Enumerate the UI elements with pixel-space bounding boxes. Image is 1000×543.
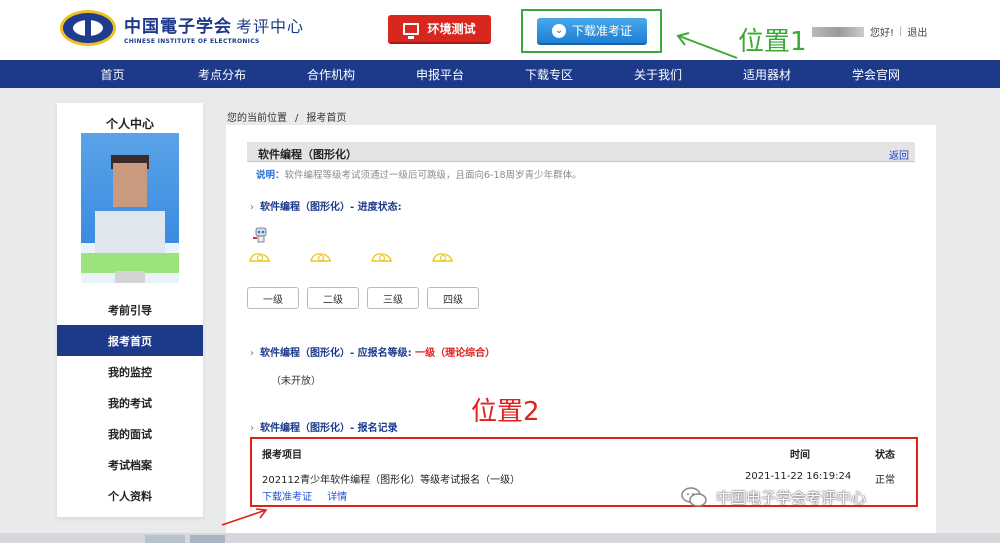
apply-level-value: 一级（理论综合） (415, 348, 496, 359)
greeting-text: 您好! (870, 28, 895, 39)
record-time: 2021-11-22 16:19:24 (745, 471, 852, 482)
nav-item-official-site[interactable]: 学会官网 (841, 60, 911, 88)
nav-item-exam-sites[interactable]: 考点分布 (187, 60, 257, 88)
sidebar-title: 个人中心 (105, 117, 154, 131)
breadcrumb-label: 您的当前位置 (227, 113, 287, 124)
user-area: 您好! | 退出 (812, 24, 927, 39)
level-3-button[interactable]: 三级 (367, 287, 419, 309)
nav-item-apply-platform[interactable]: 申报平台 (405, 60, 475, 88)
annotation-box-position-1: ⌄ 下载准考证 (521, 9, 662, 53)
record-links: 下载准考证 详情 (262, 488, 359, 503)
level-buttons: 一级 二级 三级 四级 (247, 287, 487, 309)
logo-subtitle: CHINESE INSTITUTE OF ELECTRONICS (124, 37, 260, 45)
logo-emblem-icon (60, 10, 116, 46)
sidebar: 个人中心 考前引导 报考首页 我的监控 我的考试 我的面试 考试档案 个人资料 (57, 103, 203, 517)
nav-item-equipment[interactable]: 适用器材 (732, 60, 802, 88)
header-project: 报考项目 (262, 450, 302, 461)
watermark-text: 中国电子学会考评中心 (716, 488, 867, 507)
nav-items: 首页 考点分布 合作机构 申报平台 下载专区 关于我们 适用器材 学会官网 (0, 60, 1000, 88)
watermark: 中国电子学会考评中心 (680, 486, 866, 508)
annotation-arrow-1 (676, 32, 738, 59)
annotation-arrow-2 (221, 508, 268, 526)
level-4-button[interactable]: 四级 (427, 287, 479, 309)
logo[interactable]: 中国電子学会 考评中心 CHINESE INSTITUTE OF ELECTRON… (60, 10, 304, 46)
wechat-icon (681, 487, 707, 507)
download-ticket-label: 下载准考证 (571, 24, 632, 38)
annotation-position-2: 位置2 (471, 397, 540, 427)
record-section-heading: › 软件编程（图形化）- 报名记录 (250, 423, 398, 434)
logout-link[interactable]: 退出 (907, 24, 927, 39)
snail-icon (310, 253, 331, 262)
nav-item-partners[interactable]: 合作机构 (296, 60, 366, 88)
apply-level-heading: › 软件编程（图形化）- 应报名等级: 一级（理论综合） (250, 348, 496, 359)
nav-item-home[interactable]: 首页 (85, 60, 140, 88)
section-title-bar: 软件编程（图形化） 返回 (247, 142, 915, 162)
not-open-text: （未开放） (271, 376, 321, 387)
sidebar-item-my-exams[interactable]: 我的考试 (57, 387, 203, 418)
download-ticket-button[interactable]: ⌄ 下载准考证 (537, 18, 647, 45)
header: 中国電子学会 考评中心 CHINESE INSTITUTE OF ELECTRON… (0, 0, 1000, 60)
annotation-position-1: 位置1 (738, 27, 807, 57)
record-table-header: 报考项目 时间 状态 (262, 446, 902, 462)
robot-mascot-icon (253, 227, 267, 243)
sidebar-menu: 考前引导 报考首页 我的监控 我的考试 我的面试 考试档案 个人资料 (57, 294, 203, 511)
logo-title: 中国電子学会 考评中心 (124, 16, 305, 37)
breadcrumb: 您的当前位置 / 报考首页 (227, 113, 347, 124)
username-blurred (812, 26, 864, 37)
progress-section-heading: › 软件编程（图形化）- 进度状态: (250, 202, 402, 213)
main-panel: 软件编程（图形化） 返回 说明：软件编程等级考试须通过一级后可跳级，且面向6-1… (226, 125, 936, 533)
breadcrumb-page[interactable]: 报考首页 (306, 113, 346, 124)
monitor-icon (403, 22, 420, 39)
download-icon: ⌄ (551, 23, 566, 38)
page-title: 软件编程（图形化） (258, 148, 357, 161)
sidebar-item-my-monitor[interactable]: 我的监控 (57, 356, 203, 387)
record-status: 正常 (875, 475, 895, 486)
env-test-label: 环境测试 (427, 22, 476, 36)
snail-icon (432, 253, 453, 262)
record-project: 202112青少年软件编程（图形化）等级考试报名（一级） (262, 475, 521, 486)
sidebar-item-my-interview[interactable]: 我的面试 (57, 418, 203, 449)
sidebar-item-profile[interactable]: 个人资料 (57, 480, 203, 511)
sidebar-item-exam-archive[interactable]: 考试档案 (57, 449, 203, 480)
sidebar-item-pre-exam-guide[interactable]: 考前引导 (57, 294, 203, 325)
note: 说明：软件编程等级考试须通过一级后可跳级，且面向6-18周岁青少年群体。 (256, 170, 582, 181)
footer-strip (0, 533, 1000, 543)
download-ticket-link[interactable]: 下载准考证 (262, 492, 312, 503)
env-test-button[interactable]: 环境测试 (388, 15, 491, 44)
nav-item-about[interactable]: 关于我们 (623, 60, 693, 88)
snail-icon (371, 253, 392, 262)
header-time: 时间 (790, 450, 810, 461)
avatar (81, 133, 179, 283)
header-status: 状态 (875, 450, 895, 461)
nav-item-downloads[interactable]: 下载专区 (514, 60, 584, 88)
detail-link[interactable]: 详情 (327, 492, 347, 503)
back-link[interactable]: 返回 (889, 147, 909, 162)
level-2-button[interactable]: 二级 (307, 287, 359, 309)
level-1-button[interactable]: 一级 (247, 287, 299, 309)
sidebar-item-apply-home[interactable]: 报考首页 (57, 325, 203, 356)
snail-icon (249, 253, 270, 262)
